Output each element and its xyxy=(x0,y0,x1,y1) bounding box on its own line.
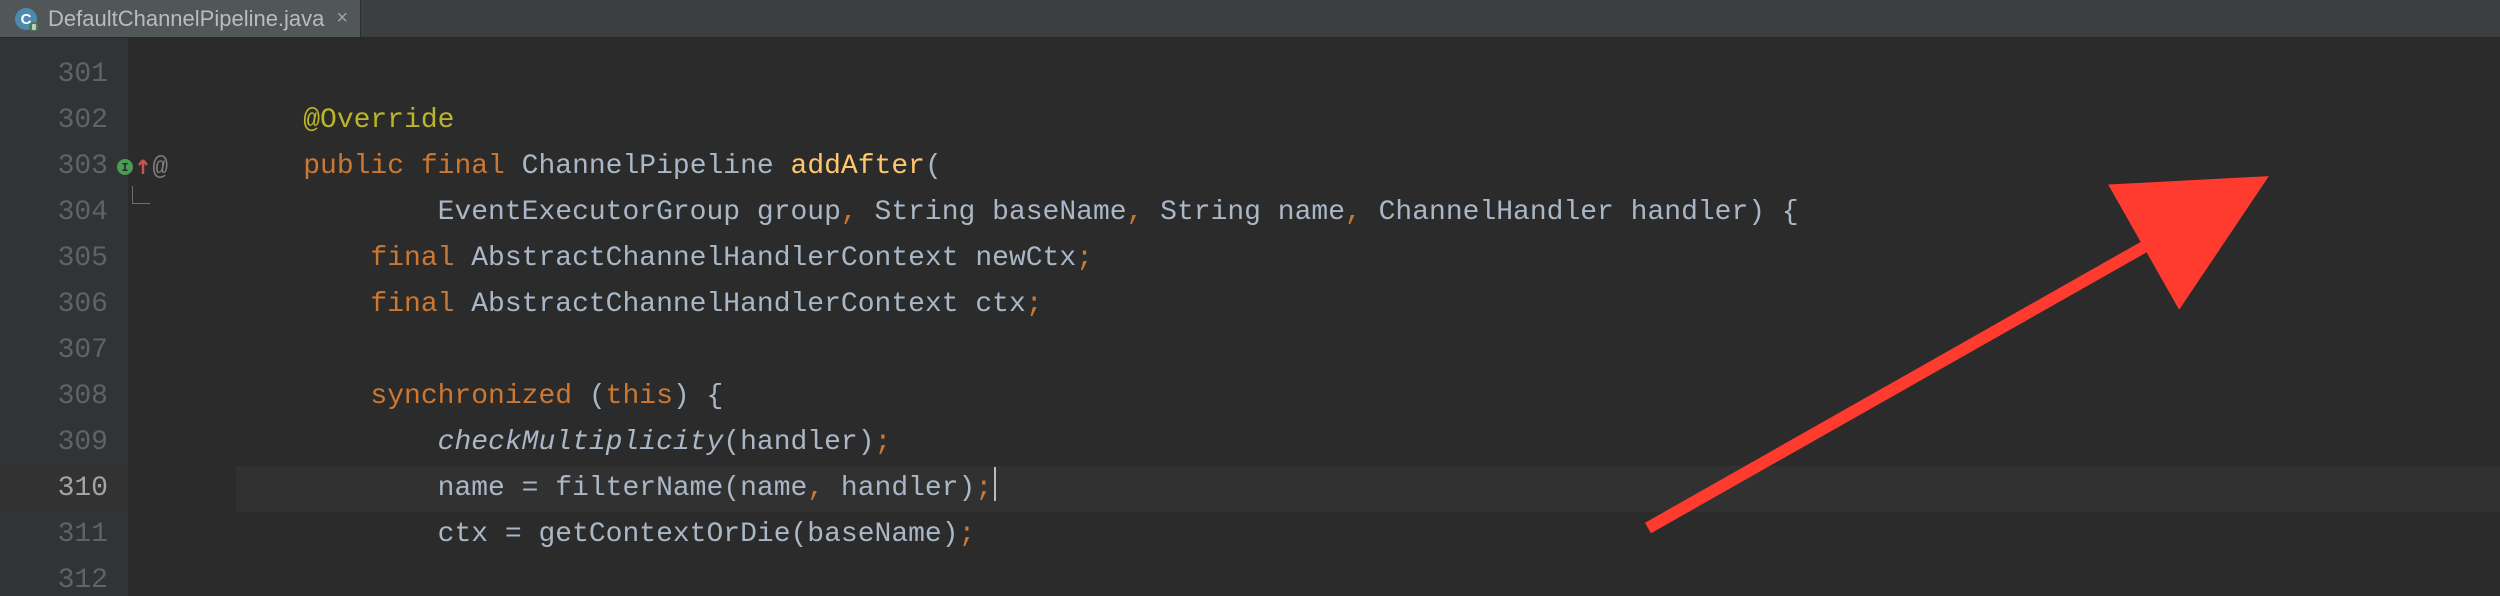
code-line[interactable]: final AbstractChannelHandlerContext ctx; xyxy=(236,282,2500,328)
line-number: 304 xyxy=(0,190,128,236)
java-class-icon: C xyxy=(14,7,38,31)
line-number: 303I@ xyxy=(0,144,128,190)
line-number: 301 xyxy=(0,52,128,98)
line-number: 310 xyxy=(0,466,128,512)
file-tab-label: DefaultChannelPipeline.java xyxy=(48,6,324,32)
code-line[interactable]: final AbstractChannelHandlerContext newC… xyxy=(236,236,2500,282)
code-line[interactable]: EventExecutorGroup group, String baseNam… xyxy=(236,190,2500,236)
line-number: 312 xyxy=(0,558,128,596)
line-number: 309 xyxy=(0,420,128,466)
line-number: 306 xyxy=(0,282,128,328)
fold-strip xyxy=(128,38,168,596)
file-tab[interactable]: C DefaultChannelPipeline.java × xyxy=(0,0,361,37)
code-line[interactable] xyxy=(236,52,2500,98)
fold-region-icon[interactable] xyxy=(132,186,150,204)
line-number-gutter: 301302303I@304305306307308309310311312 xyxy=(0,38,128,596)
code-line[interactable]: ctx = getContextOrDie(baseName); xyxy=(236,512,2500,558)
close-tab-icon[interactable]: × xyxy=(334,7,350,30)
line-number: 305 xyxy=(0,236,128,282)
code-line[interactable]: public final ChannelPipeline addAfter( xyxy=(236,144,2500,190)
line-number: 307 xyxy=(0,328,128,374)
code-line[interactable]: @Override xyxy=(236,98,2500,144)
code-line[interactable] xyxy=(236,328,2500,374)
tab-bar: C DefaultChannelPipeline.java × xyxy=(0,0,2500,38)
code-line[interactable]: synchronized (this) { xyxy=(236,374,2500,420)
code-line[interactable]: name = filterName(name, handler); xyxy=(236,466,2500,512)
line-number: 308 xyxy=(0,374,128,420)
line-number: 302 xyxy=(0,98,128,144)
text-caret xyxy=(994,467,996,501)
code-line[interactable] xyxy=(236,558,2500,596)
code-area[interactable]: @Override public final ChannelPipeline a… xyxy=(128,38,2500,596)
code-line[interactable]: checkMultiplicity(handler); xyxy=(236,420,2500,466)
editor: 301302303I@304305306307308309310311312 @… xyxy=(0,38,2500,596)
line-number: 311 xyxy=(0,512,128,558)
